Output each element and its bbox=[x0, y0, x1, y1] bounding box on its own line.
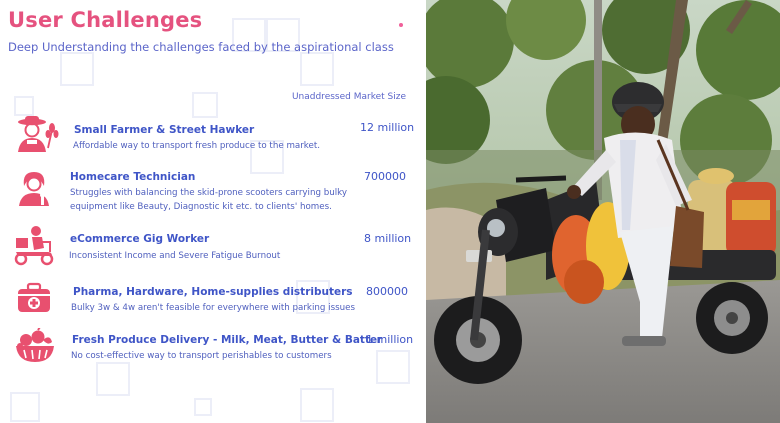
challenge-title: Pharma, Hardware, Home-supplies distribu… bbox=[73, 286, 353, 298]
challenge-title: eCommerce Gig Worker bbox=[70, 233, 210, 245]
background-square bbox=[194, 398, 212, 416]
medical-kit-icon bbox=[18, 282, 50, 312]
slide-title: User Challenges bbox=[8, 8, 203, 32]
challenge-description: Bulky 3w & 4w aren't feasible for everyw… bbox=[71, 303, 356, 313]
description-line: equipment like Beauty, Diagnostic kit et… bbox=[70, 202, 332, 212]
background-square bbox=[14, 96, 34, 116]
fruit-basket-icon bbox=[16, 328, 54, 362]
challenge-description: Affordable way to transport fresh produc… bbox=[73, 141, 321, 151]
market-size-header: Unaddressed Market Size bbox=[291, 92, 406, 102]
market-size-value: 8 million bbox=[364, 232, 412, 245]
delivery-scooter-icon bbox=[14, 226, 54, 266]
market-size-value: 12 million bbox=[360, 121, 415, 134]
market-size-value: 1 million bbox=[366, 333, 414, 346]
challenge-description: Inconsistent Income and Severe Fatigue B… bbox=[69, 251, 281, 261]
accent-dot bbox=[399, 23, 403, 27]
three-wheeler-photo bbox=[426, 0, 780, 423]
farmer-icon bbox=[18, 116, 59, 152]
background-square bbox=[60, 52, 94, 86]
market-size-value: 700000 bbox=[364, 170, 406, 183]
market-size-value: 800000 bbox=[366, 285, 408, 298]
background-square bbox=[300, 388, 334, 422]
slide-subtitle: Deep Understanding the challenges faced … bbox=[8, 40, 394, 54]
beautician-icon bbox=[19, 172, 49, 206]
background-square bbox=[96, 362, 130, 396]
challenge-title: Fresh Produce Delivery - Milk, Meat, But… bbox=[72, 334, 383, 346]
challenges-panel: User Challenges Deep Understanding the c… bbox=[0, 0, 426, 423]
challenge-description: No cost-effective way to transport peris… bbox=[71, 351, 332, 361]
background-square bbox=[10, 392, 40, 422]
challenge-title: Small Farmer & Street Hawker bbox=[74, 124, 255, 136]
background-square bbox=[192, 92, 218, 118]
challenge-description: Struggles with balancing the skid-prone … bbox=[70, 186, 347, 214]
background-square bbox=[376, 350, 410, 384]
challenge-title: Homecare Technician bbox=[70, 171, 196, 183]
description-line: Struggles with balancing the skid-prone … bbox=[70, 188, 348, 198]
background-square bbox=[300, 52, 334, 86]
